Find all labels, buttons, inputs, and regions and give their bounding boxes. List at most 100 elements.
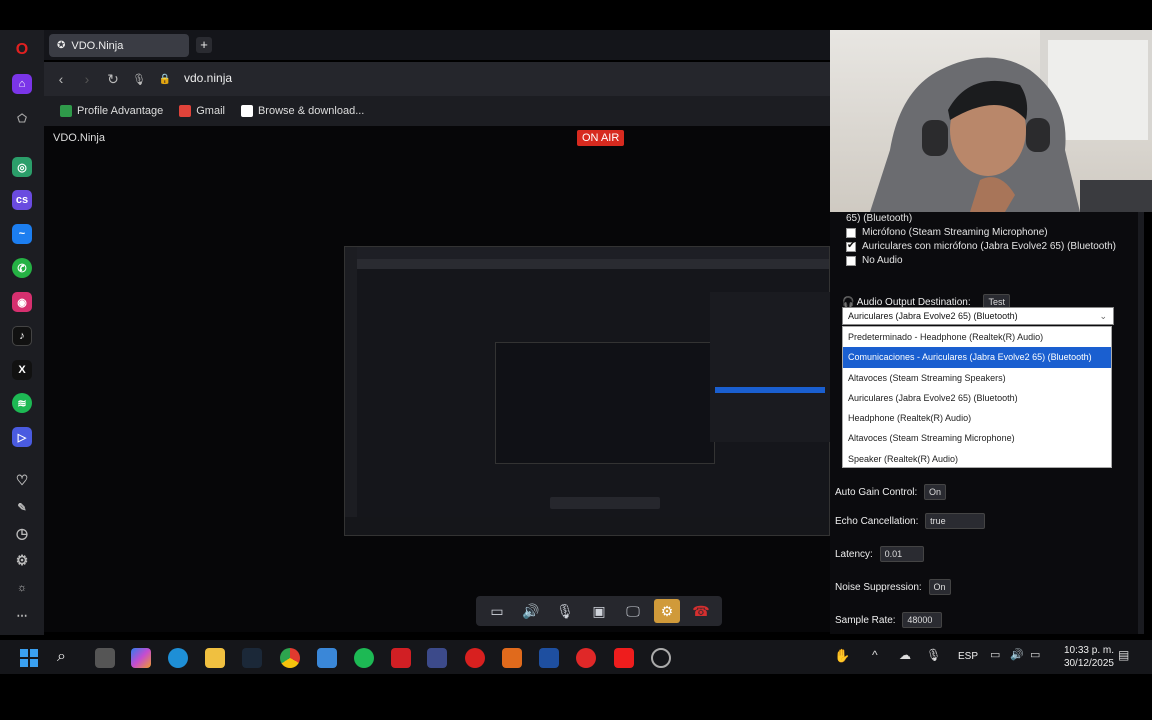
forward-icon[interactable]: › [74,71,100,87]
windows-start-icon[interactable] [19,648,39,668]
dropdown-option[interactable]: Headphone (Realtek(R) Audio) [843,408,1111,428]
webcam-video [830,30,1152,212]
volume-icon[interactable]: 🔊 [1010,648,1030,668]
chevron-up-icon[interactable]: ^ [872,648,892,668]
chevron-down-icon: ⌄ [1099,311,1107,321]
latency-input[interactable]: 0.01 [879,546,924,562]
new-tab-button[interactable]: + [196,37,212,53]
whatsapp-icon[interactable]: ✆ [12,258,32,278]
notification-app-icon[interactable]: ✋ [834,648,854,668]
opera-sidebar: O ⌂ ⬠ ◎ cs ~ ✆ ◉ ♪ X ≋ ▷ ♡ ✎ ◷ ⚙ ☼ ⋯ [0,30,44,635]
echo-cancellation-select[interactable]: true [925,513,986,529]
crypto-wallet-icon[interactable]: cs [12,190,32,210]
spotify-taskbar-icon[interactable] [354,648,374,668]
player-icon[interactable]: ▷ [12,427,32,447]
audio-source-row[interactable]: Auriculares con micrófono (Jabra Evolve2… [846,240,1116,252]
dropdown-option[interactable]: Altavoces (Steam Streaming Speakers) [843,368,1111,388]
download-site-icon [240,105,253,117]
address-bar[interactable]: vdo.ninja [184,71,232,85]
lightbulb-icon[interactable]: ☼ [12,578,32,598]
search-icon[interactable]: ⌕ [57,648,77,668]
speaker-icon[interactable]: 🔊 [518,599,544,623]
noise-suppression-row: Noise Suppression: On [835,579,951,595]
spotify-icon[interactable]: ≋ [12,393,32,413]
microphone-icon[interactable]: 🎙 [552,599,578,623]
home-icon[interactable]: ⌂ [12,74,32,94]
echo-cancellation-row: Echo Cancellation: true [835,513,986,529]
sample-rate-input[interactable]: 48000 [902,612,943,628]
x-icon[interactable]: X [12,360,32,380]
edit-icon[interactable]: ✎ [12,497,32,517]
checkbox-checked[interactable] [846,240,856,252]
mic-tray-icon[interactable]: 🎙 [926,648,946,668]
webcam-person-image [870,30,1152,212]
opera-logo-icon[interactable]: O [12,40,32,60]
bookmark-profile-advantage[interactable]: Profile Advantage [60,105,163,117]
history-icon[interactable]: ◷ [12,523,32,543]
edge-icon[interactable] [168,648,188,668]
checkbox[interactable] [846,255,856,266]
messenger-icon[interactable]: ~ [12,224,32,244]
auto-gain-select[interactable]: On [924,484,947,500]
store-icon[interactable] [539,648,559,668]
language-indicator[interactable]: ESP [958,651,978,662]
preview-highlight [715,387,825,393]
scrollbar[interactable] [1138,212,1144,634]
audio-source-partial: 65) (Bluetooth) [846,213,913,224]
hangup-icon[interactable]: ☎ [688,599,714,623]
dropdown-option[interactable]: Altavoces (Steam Streaming Microphone) [843,428,1111,448]
steam-icon[interactable] [242,648,262,668]
heart-icon[interactable]: ♡ [12,470,32,490]
settings-icon[interactable]: ⚙ [654,599,680,623]
youtube-icon[interactable] [614,648,634,668]
reload-icon[interactable]: ↻ [100,71,126,88]
tiktok-icon[interactable]: ♪ [12,326,32,346]
dropdown-option[interactable]: Predeterminado - Headphone (Realtek(R) A… [843,327,1111,347]
audio-source-row[interactable]: Micrófono (Steam Streaming Microphone) [846,227,1048,238]
more-icon[interactable]: ⋯ [12,605,32,625]
ninja-favicon-icon: ✪ [57,40,66,51]
network-icon[interactable]: ▭ [990,648,1010,668]
recorder-icon[interactable] [576,648,596,668]
file-explorer-icon[interactable] [205,648,225,668]
blender-icon[interactable] [502,648,522,668]
bookmarks-bar: Profile Advantage Gmail Browse & downloa… [44,96,830,126]
latency-row: Latency: 0.01 [835,546,924,562]
bookmark-gmail[interactable]: Gmail [179,105,225,117]
opera-taskbar-icon[interactable] [465,648,485,668]
settings-gear-icon[interactable]: ⚙ [12,550,32,570]
cloud-icon[interactable]: ☁ [899,648,919,668]
noise-suppression-select[interactable]: On [928,579,951,595]
camera-icon[interactable]: ▣ [586,599,612,623]
pin-icon[interactable]: ⬠ [12,108,32,128]
task-view-icon[interactable] [95,648,115,668]
copilot-icon[interactable] [131,648,151,668]
output-options-list: Predeterminado - Headphone (Realtek(R) A… [842,326,1112,468]
photos-icon[interactable] [317,648,337,668]
obs-icon[interactable] [651,648,671,668]
bookmark-icon [60,105,72,117]
dropdown-option-highlighted[interactable]: Comunicaciones - Auriculares (Jabra Evol… [843,347,1111,368]
instagram-icon[interactable]: ◉ [12,292,32,312]
audio-source-row[interactable]: No Audio [846,255,903,266]
preview-settings-panel [710,292,830,442]
chat-icon[interactable]: ▭ [484,599,510,623]
microphone-permission-icon[interactable]: 🎙 [126,73,152,86]
back-icon[interactable]: ‹ [48,71,74,87]
chrome-icon[interactable] [280,648,300,668]
app-icon[interactable] [427,648,447,668]
screen-share-icon[interactable]: 🖵 [620,599,646,623]
dropdown-option[interactable]: Speaker (Realtek(R) Audio) [843,449,1111,469]
tab-vdo-ninja[interactable]: ✪ VDO.Ninja [49,34,189,57]
lock-icon[interactable]: 🔒 [152,74,178,85]
checkbox[interactable] [846,227,856,238]
battery-icon[interactable]: ▭ [1030,648,1050,668]
auto-gain-row: Auto Gain Control: On [835,484,947,500]
netflix-icon[interactable] [391,648,411,668]
notifications-icon[interactable]: ▤ [1118,648,1138,668]
bookmark-browse-download[interactable]: Browse & download... [240,105,364,117]
clock[interactable]: 10:33 p. m. 30/12/2025 [1064,644,1114,670]
aria-ai-icon[interactable]: ◎ [12,157,32,177]
dropdown-option[interactable]: Auriculares (Jabra Evolve2 65) (Bluetoot… [843,388,1111,408]
output-destination-select[interactable]: Auriculares (Jabra Evolve2 65) (Bluetoot… [842,307,1114,325]
